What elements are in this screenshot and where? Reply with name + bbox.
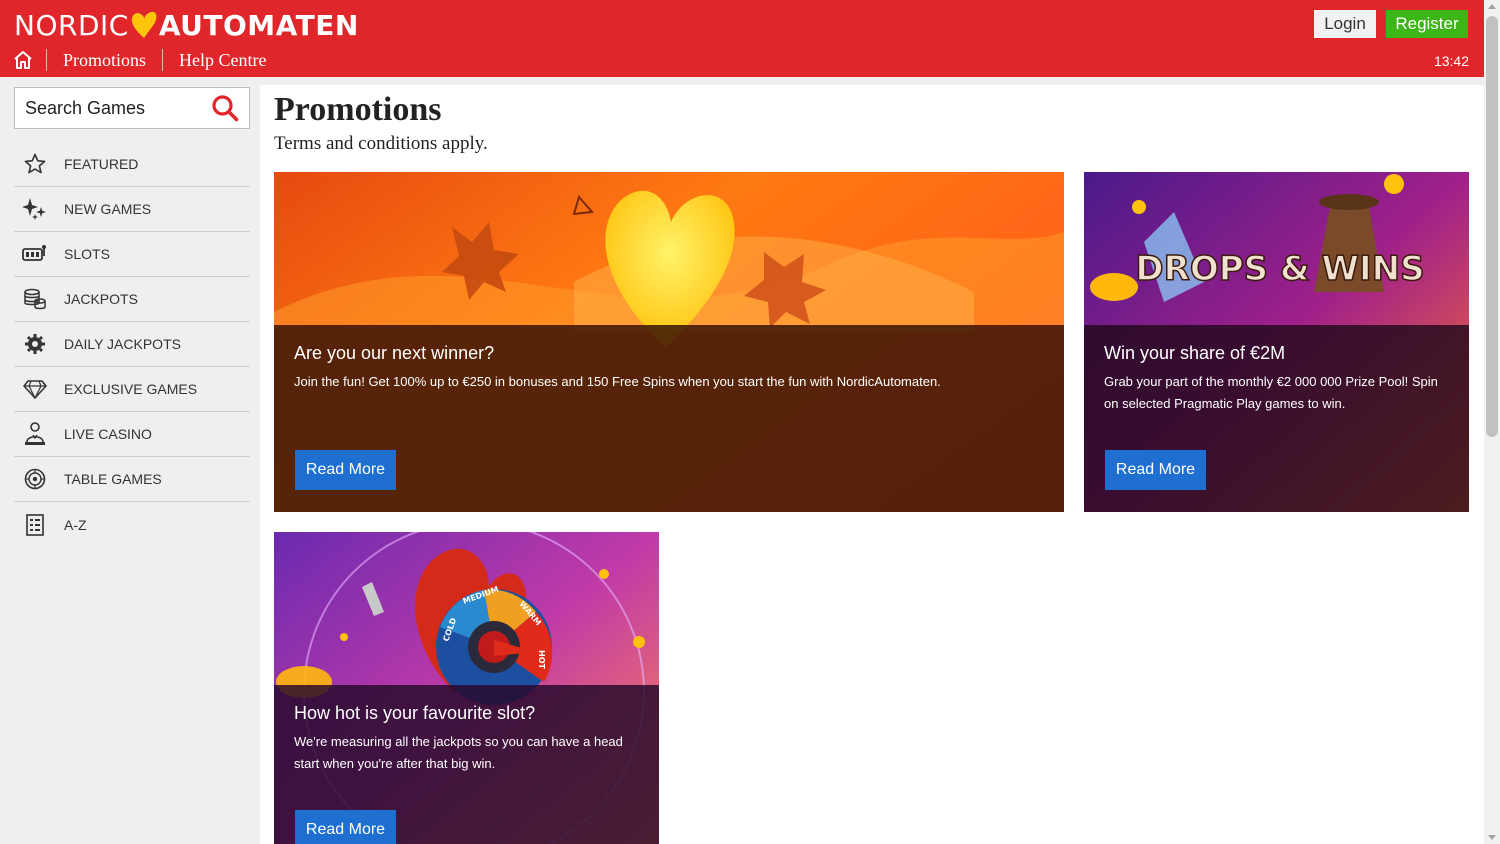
promo-card-description: Grab your part of the monthly €2 000 000…	[1104, 374, 1438, 411]
sidebar-item-a-z[interactable]: A-Z	[14, 502, 250, 547]
promo-card-hot-slot[interactable]: COLD MEDIUM WARM HOT How hot is your fav…	[274, 532, 659, 844]
thermometer-hot-label: HOT	[537, 650, 546, 669]
sidebar-item-label: LIVE CASINO	[64, 426, 152, 442]
promo-card-drops-wins[interactable]: DROPS & WINS Win your share of €2M Grab …	[1084, 172, 1469, 512]
read-more-button[interactable]: Read More	[295, 810, 396, 844]
star-icon	[22, 152, 48, 176]
scrollbar-thumb[interactable]	[1486, 16, 1498, 437]
page-scrollbar[interactable]	[1484, 0, 1500, 844]
page-subtitle: Terms and conditions apply.	[274, 133, 488, 154]
scroll-down-arrow-icon[interactable]	[1488, 835, 1496, 840]
search-games-label: Search Games	[25, 97, 146, 118]
search-games-box[interactable]: Search Games	[14, 87, 250, 129]
sidebar-item-new-games[interactable]: NEW GAMES	[14, 187, 250, 232]
diamond-icon	[22, 377, 48, 401]
gear-coin-icon	[22, 332, 48, 356]
list-icon	[22, 513, 48, 537]
sidebar-item-daily-jackpots[interactable]: DAILY JACKPOTS	[14, 322, 250, 367]
category-menu: FEATURED NEW GAMES SLOTS JACKPOTS DAILY …	[14, 142, 250, 547]
dealer-icon	[22, 422, 48, 446]
nav-divider	[46, 49, 47, 71]
page-title: Promotions	[274, 91, 442, 128]
nav-divider	[162, 49, 164, 71]
sparkles-icon	[22, 197, 48, 221]
sidebar-item-slots[interactable]: SLOTS	[14, 232, 250, 277]
sidebar-item-label: A-Z	[64, 516, 87, 533]
logo-text-right: AUTOMATEN	[158, 8, 359, 42]
promo-card-title: How hot is your favourite slot?	[294, 703, 536, 723]
brand-logo[interactable]: NORDIC AUTOMATEN	[14, 8, 359, 42]
sidebar-item-label: TABLE GAMES	[64, 471, 162, 487]
roulette-icon	[22, 467, 48, 491]
home-icon[interactable]	[12, 49, 34, 71]
promo-card-caption: Are you our next winner? Join the fun! G…	[274, 325, 1064, 512]
logo-text-left: NORDIC	[14, 8, 129, 42]
sidebar-item-jackpots[interactable]: JACKPOTS	[14, 277, 250, 322]
sidebar-item-live-casino[interactable]: LIVE CASINO	[14, 412, 250, 457]
scroll-up-arrow-icon[interactable]	[1488, 4, 1496, 9]
register-button[interactable]: Register	[1386, 10, 1468, 38]
sidebar-item-label: SLOTS	[64, 246, 110, 262]
coins-icon	[22, 287, 48, 311]
read-more-button[interactable]: Read More	[295, 450, 396, 490]
sidebar-item-label: JACKPOTS	[64, 291, 138, 307]
sidebar-item-label: EXCLUSIVE GAMES	[64, 381, 198, 397]
sidebar-item-label: FEATURED	[64, 156, 139, 172]
sidebar-item-label: NEW GAMES	[64, 201, 152, 217]
slot-machine-icon	[22, 242, 48, 266]
sidebar-item-featured[interactable]: FEATURED	[14, 142, 250, 187]
main-content: Promotions Terms and conditions apply. A…	[260, 85, 1484, 844]
nav-promotions-link[interactable]: Promotions	[47, 50, 162, 71]
top-navigation: Promotions Help Centre	[12, 48, 282, 72]
nav-help-centre-link[interactable]: Help Centre	[163, 50, 282, 71]
login-button[interactable]: Login	[1314, 10, 1376, 38]
sidebar-item-exclusive-games[interactable]: EXCLUSIVE GAMES	[14, 367, 250, 412]
heart-logo-icon	[131, 11, 157, 39]
sidebar-item-table-games[interactable]: TABLE GAMES	[14, 457, 250, 502]
sidebar: Search Games FEATURED NEW GAMES SLOTS JA…	[0, 77, 260, 844]
site-header: NORDIC AUTOMATEN Promotions Help Centre …	[0, 0, 1484, 77]
promo-card-caption: Win your share of €2M Grab your part of …	[1084, 325, 1469, 512]
promo-card-caption: How hot is your favourite slot? We're me…	[274, 685, 659, 844]
promo-card-description: We're measuring all the jackpots so you …	[294, 734, 623, 771]
sidebar-item-label: DAILY JACKPOTS	[64, 336, 181, 352]
drops-wins-logo-text: DROPS & WINS	[1135, 249, 1424, 289]
promo-card-description: Join the fun! Get 100% up to €250 in bon…	[294, 374, 941, 389]
promo-card-next-winner[interactable]: Are you our next winner? Join the fun! G…	[274, 172, 1064, 512]
promo-card-title: Win your share of €2M	[1104, 343, 1286, 363]
promo-card-title: Are you our next winner?	[294, 343, 495, 363]
search-icon[interactable]	[211, 94, 239, 122]
clock: 13:42	[1433, 53, 1469, 69]
read-more-button[interactable]: Read More	[1105, 450, 1206, 490]
